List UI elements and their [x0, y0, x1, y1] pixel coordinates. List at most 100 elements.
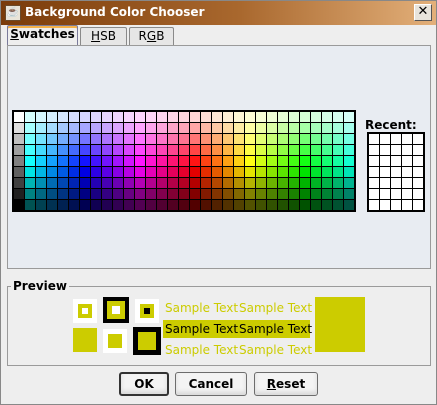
- swatch-cell[interactable]: [201, 123, 211, 133]
- swatch-cell[interactable]: [91, 167, 101, 177]
- swatch-cell[interactable]: [113, 134, 123, 144]
- swatch-cell[interactable]: [146, 178, 156, 188]
- swatch-cell[interactable]: [190, 145, 200, 155]
- swatch-cell[interactable]: [25, 112, 35, 122]
- swatch-cell[interactable]: [80, 134, 90, 144]
- swatch-cell[interactable]: [322, 178, 332, 188]
- recent-swatch-cell[interactable]: [369, 189, 379, 199]
- swatch-cell[interactable]: [278, 200, 288, 210]
- recent-swatch-cell[interactable]: [413, 178, 423, 188]
- recent-swatch-cell[interactable]: [380, 178, 390, 188]
- swatch-cell[interactable]: [234, 112, 244, 122]
- recent-swatch-cell[interactable]: [380, 189, 390, 199]
- swatch-cell[interactable]: [14, 200, 24, 210]
- swatch-cell[interactable]: [267, 123, 277, 133]
- swatch-cell[interactable]: [91, 134, 101, 144]
- swatch-cell[interactable]: [146, 167, 156, 177]
- swatch-cell[interactable]: [80, 189, 90, 199]
- swatch-cell[interactable]: [311, 189, 321, 199]
- swatch-cell[interactable]: [146, 145, 156, 155]
- swatch-cell[interactable]: [168, 178, 178, 188]
- swatch-cell[interactable]: [179, 167, 189, 177]
- swatch-cell[interactable]: [300, 167, 310, 177]
- swatch-cell[interactable]: [135, 200, 145, 210]
- swatch-cell[interactable]: [135, 178, 145, 188]
- swatch-cell[interactable]: [124, 189, 134, 199]
- swatch-cell[interactable]: [278, 178, 288, 188]
- swatch-cell[interactable]: [58, 178, 68, 188]
- swatch-cell[interactable]: [234, 178, 244, 188]
- swatch-cell[interactable]: [234, 134, 244, 144]
- swatch-cell[interactable]: [113, 145, 123, 155]
- swatch-cell[interactable]: [300, 145, 310, 155]
- swatch-cell[interactable]: [102, 167, 112, 177]
- swatch-cell[interactable]: [102, 123, 112, 133]
- swatch-cell[interactable]: [124, 200, 134, 210]
- swatch-cell[interactable]: [322, 112, 332, 122]
- recent-swatch-cell[interactable]: [413, 189, 423, 199]
- swatch-cell[interactable]: [245, 123, 255, 133]
- swatch-cell[interactable]: [179, 200, 189, 210]
- swatch-cell[interactable]: [212, 145, 222, 155]
- swatch-cell[interactable]: [91, 123, 101, 133]
- reset-button[interactable]: Reset: [254, 372, 318, 396]
- swatch-cell[interactable]: [278, 134, 288, 144]
- swatch-cell[interactable]: [311, 200, 321, 210]
- swatch-cell[interactable]: [333, 200, 343, 210]
- swatch-cell[interactable]: [124, 134, 134, 144]
- swatch-cell[interactable]: [256, 178, 266, 188]
- swatch-cell[interactable]: [135, 123, 145, 133]
- swatch-cell[interactable]: [223, 145, 233, 155]
- swatch-cell[interactable]: [333, 134, 343, 144]
- swatch-cell[interactable]: [113, 112, 123, 122]
- swatch-cell[interactable]: [25, 156, 35, 166]
- swatch-cell[interactable]: [311, 167, 321, 177]
- swatch-cell[interactable]: [190, 123, 200, 133]
- swatch-cell[interactable]: [223, 167, 233, 177]
- swatch-cell[interactable]: [190, 200, 200, 210]
- swatch-cell[interactable]: [168, 156, 178, 166]
- swatch-cell[interactable]: [190, 156, 200, 166]
- swatch-cell[interactable]: [234, 167, 244, 177]
- swatch-cell[interactable]: [124, 178, 134, 188]
- swatch-cell[interactable]: [278, 145, 288, 155]
- recent-swatch-cell[interactable]: [369, 134, 379, 144]
- swatch-cell[interactable]: [179, 123, 189, 133]
- swatch-cell[interactable]: [135, 167, 145, 177]
- swatch-cell[interactable]: [322, 189, 332, 199]
- swatch-cell[interactable]: [135, 134, 145, 144]
- swatch-cell[interactable]: [179, 189, 189, 199]
- swatch-cell[interactable]: [36, 145, 46, 155]
- swatch-cell[interactable]: [69, 112, 79, 122]
- swatch-cell[interactable]: [256, 123, 266, 133]
- swatch-cell[interactable]: [201, 200, 211, 210]
- swatch-cell[interactable]: [91, 178, 101, 188]
- swatch-cell[interactable]: [256, 167, 266, 177]
- recent-swatch-cell[interactable]: [369, 200, 379, 210]
- swatch-cell[interactable]: [344, 123, 354, 133]
- ok-button[interactable]: OK: [119, 372, 169, 396]
- swatch-cell[interactable]: [245, 145, 255, 155]
- swatch-cell[interactable]: [157, 178, 167, 188]
- swatch-cell[interactable]: [36, 167, 46, 177]
- swatch-cell[interactable]: [311, 145, 321, 155]
- swatch-cell[interactable]: [69, 123, 79, 133]
- swatch-cell[interactable]: [300, 156, 310, 166]
- swatch-cell[interactable]: [256, 189, 266, 199]
- swatch-cell[interactable]: [278, 189, 288, 199]
- swatch-cell[interactable]: [278, 123, 288, 133]
- swatch-cell[interactable]: [245, 167, 255, 177]
- recent-swatch-cell[interactable]: [402, 156, 412, 166]
- swatch-cell[interactable]: [256, 145, 266, 155]
- swatch-grid[interactable]: [12, 110, 356, 212]
- swatch-cell[interactable]: [113, 189, 123, 199]
- swatch-cell[interactable]: [322, 123, 332, 133]
- swatch-cell[interactable]: [124, 145, 134, 155]
- swatch-cell[interactable]: [234, 145, 244, 155]
- swatch-cell[interactable]: [58, 145, 68, 155]
- swatch-cell[interactable]: [201, 134, 211, 144]
- swatch-cell[interactable]: [25, 178, 35, 188]
- swatch-cell[interactable]: [190, 112, 200, 122]
- recent-swatch-cell[interactable]: [402, 167, 412, 177]
- recent-swatch-cell[interactable]: [413, 145, 423, 155]
